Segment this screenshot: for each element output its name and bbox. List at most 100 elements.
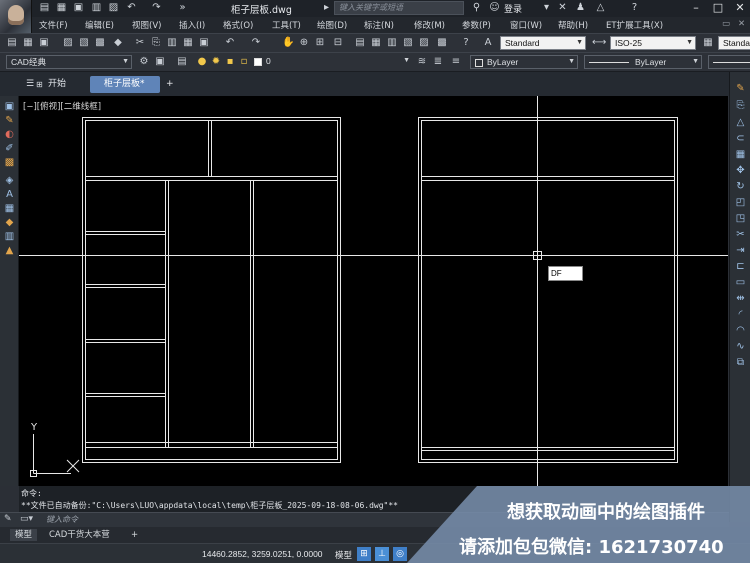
open-icon[interactable]: ▦ [22,37,34,49]
erase-icon[interactable]: ✎ [734,82,747,95]
workspace-select[interactable]: CAD经典 ▼ [6,55,132,69]
dim-style-select[interactable]: ISO-25 ▼ [610,36,696,50]
blend-icon[interactable]: ◠ [734,324,747,337]
publish-icon[interactable]: ▩ [94,37,106,49]
grid-icon[interactable]: ▥ [3,230,16,243]
menu-window[interactable]: 窗口(W) [510,19,542,31]
share-icon[interactable]: △ [594,2,607,14]
menu-dimension[interactable]: 标注(N) [364,19,394,31]
pin-icon[interactable]: ▲ [3,244,16,257]
dim-style-icon[interactable]: ⟷ [592,37,606,49]
color-select[interactable]: ByLayer ▼ [470,55,578,69]
maximize-button[interactable]: □ [710,0,726,17]
copy-icon[interactable]: ⎘ [150,37,162,49]
workspace-icon[interactable]: ▣ [154,56,166,68]
menu-modify[interactable]: 修改(M) [414,19,445,31]
polar-toggle-icon[interactable]: ◎ [393,547,407,561]
new-icon[interactable]: ▤ [6,37,18,49]
tab-layout[interactable]: CAD干货大本营 [44,529,115,541]
tab-model[interactable]: 模型 [10,529,38,541]
redo-icon[interactable]: ↷ [150,2,163,14]
rotate-icon[interactable]: ↻ [734,180,747,193]
array-icon[interactable]: ▦ [734,148,747,161]
table-icon[interactable]: ▦ [3,202,16,215]
join-icon[interactable]: ▭ [734,276,747,289]
model-space-toggle[interactable]: 模型 [335,549,352,561]
snap-toggle-icon[interactable]: ⊥ [375,547,389,561]
layer-state-icon[interactable]: ≡ [450,56,462,68]
help-icon[interactable]: ? [628,2,641,14]
plot-icon[interactable]: ▫ [238,56,250,68]
help-icon[interactable]: ? [460,37,472,49]
open-file-icon[interactable]: ▦ [55,2,68,14]
select-icon[interactable]: ▣ [3,100,16,113]
close-button[interactable]: ✕ [732,0,748,17]
menu-close-icon[interactable]: ✕ [738,19,745,29]
3d-icon[interactable]: ◆ [112,37,124,49]
explode-icon[interactable]: ⧉ [734,356,747,369]
account-icon[interactable]: ♟ [574,2,587,14]
spline-icon[interactable]: ∿ [734,340,747,353]
break-icon[interactable]: ⊏ [734,260,747,273]
menu-parameters[interactable]: 参数(P) [462,19,491,31]
redo-icon[interactable]: ↷ [250,37,262,49]
brush-icon[interactable]: ✐ [3,142,16,155]
save-as-icon[interactable]: ▥ [90,2,103,14]
lineweight-select[interactable] [708,55,750,69]
add-layout-button[interactable]: + [126,529,143,541]
zoom-window-icon[interactable]: ⊞ [314,37,326,49]
menu-tools[interactable]: 工具(T) [272,19,301,31]
trim-icon[interactable]: ✂ [734,228,747,241]
offset-icon[interactable]: ⊂ [734,132,747,145]
menu-et-tools[interactable]: ET扩展工具(X) [606,19,663,31]
text-icon[interactable]: A [3,188,16,201]
minimize-button[interactable]: – [688,0,704,17]
dropdown-icon[interactable]: ▾ [540,2,553,14]
tab-grid-icon[interactable]: ⊞ [36,76,43,93]
menu-help[interactable]: 帮助(H) [558,19,588,31]
paste-icon[interactable]: ▥ [166,37,178,49]
move-icon[interactable]: ✥ [734,164,747,177]
text-style-select[interactable]: Standard ▼ [500,36,586,50]
sheet-set-icon[interactable]: ▧ [402,37,414,49]
text-style-icon[interactable]: A [482,37,494,49]
tool-palettes-icon[interactable]: ▥ [386,37,398,49]
exchange-icon[interactable]: ✕ [556,2,569,14]
menu-view[interactable]: 视图(V) [132,19,161,31]
layer-previous-icon[interactable]: ≣ [432,56,444,68]
stamp-icon[interactable]: ▩ [3,156,16,169]
sun-icon[interactable]: ✹ [210,56,222,68]
command-input[interactable]: 键入命令 [46,514,78,525]
more-icon[interactable]: » [176,2,189,14]
block-icon[interactable]: ▣ [198,37,210,49]
copy-object-icon[interactable]: ⎘ [734,99,747,112]
print-icon[interactable]: ▨ [62,37,74,49]
wrench-icon[interactable]: ✎ [4,514,12,524]
print-icon[interactable]: ▨ [107,2,120,14]
cut-icon[interactable]: ✂ [134,37,146,49]
menu-format[interactable]: 格式(O) [223,19,253,31]
command-icon[interactable]: ▭▾ [20,514,33,524]
zoom-previous-icon[interactable]: ⊟ [332,37,344,49]
app-logo[interactable] [0,0,32,33]
save-icon[interactable]: ▣ [38,37,50,49]
dynamic-input-field[interactable]: DF [548,266,583,281]
scale-icon[interactable]: ◰ [734,196,747,209]
menu-restore-icon[interactable]: ▭ [722,19,730,29]
tab-start[interactable]: 开始 [48,76,66,93]
search-input[interactable]: 键入关键字或短语 [334,1,464,15]
pan-icon[interactable]: ✋ [282,37,294,49]
design-center-icon[interactable]: ▦ [370,37,382,49]
table-style-select[interactable]: Standa [718,36,750,50]
grid-toggle-icon[interactable]: ⊞ [357,547,371,561]
menu-draw[interactable]: 绘图(D) [317,19,347,31]
settings-icon[interactable]: ⚙ [138,56,150,68]
make-current-icon[interactable]: ≋ [416,56,428,68]
undo-icon[interactable]: ↶ [125,2,138,14]
menu-insert[interactable]: 插入(I) [179,19,205,31]
markup-icon[interactable]: ▨ [418,37,430,49]
eraser-icon[interactable]: ◐ [3,128,16,141]
properties-icon[interactable]: ▤ [354,37,366,49]
menu-edit[interactable]: 编辑(E) [85,19,114,31]
table-style-icon[interactable]: ▦ [702,37,714,49]
